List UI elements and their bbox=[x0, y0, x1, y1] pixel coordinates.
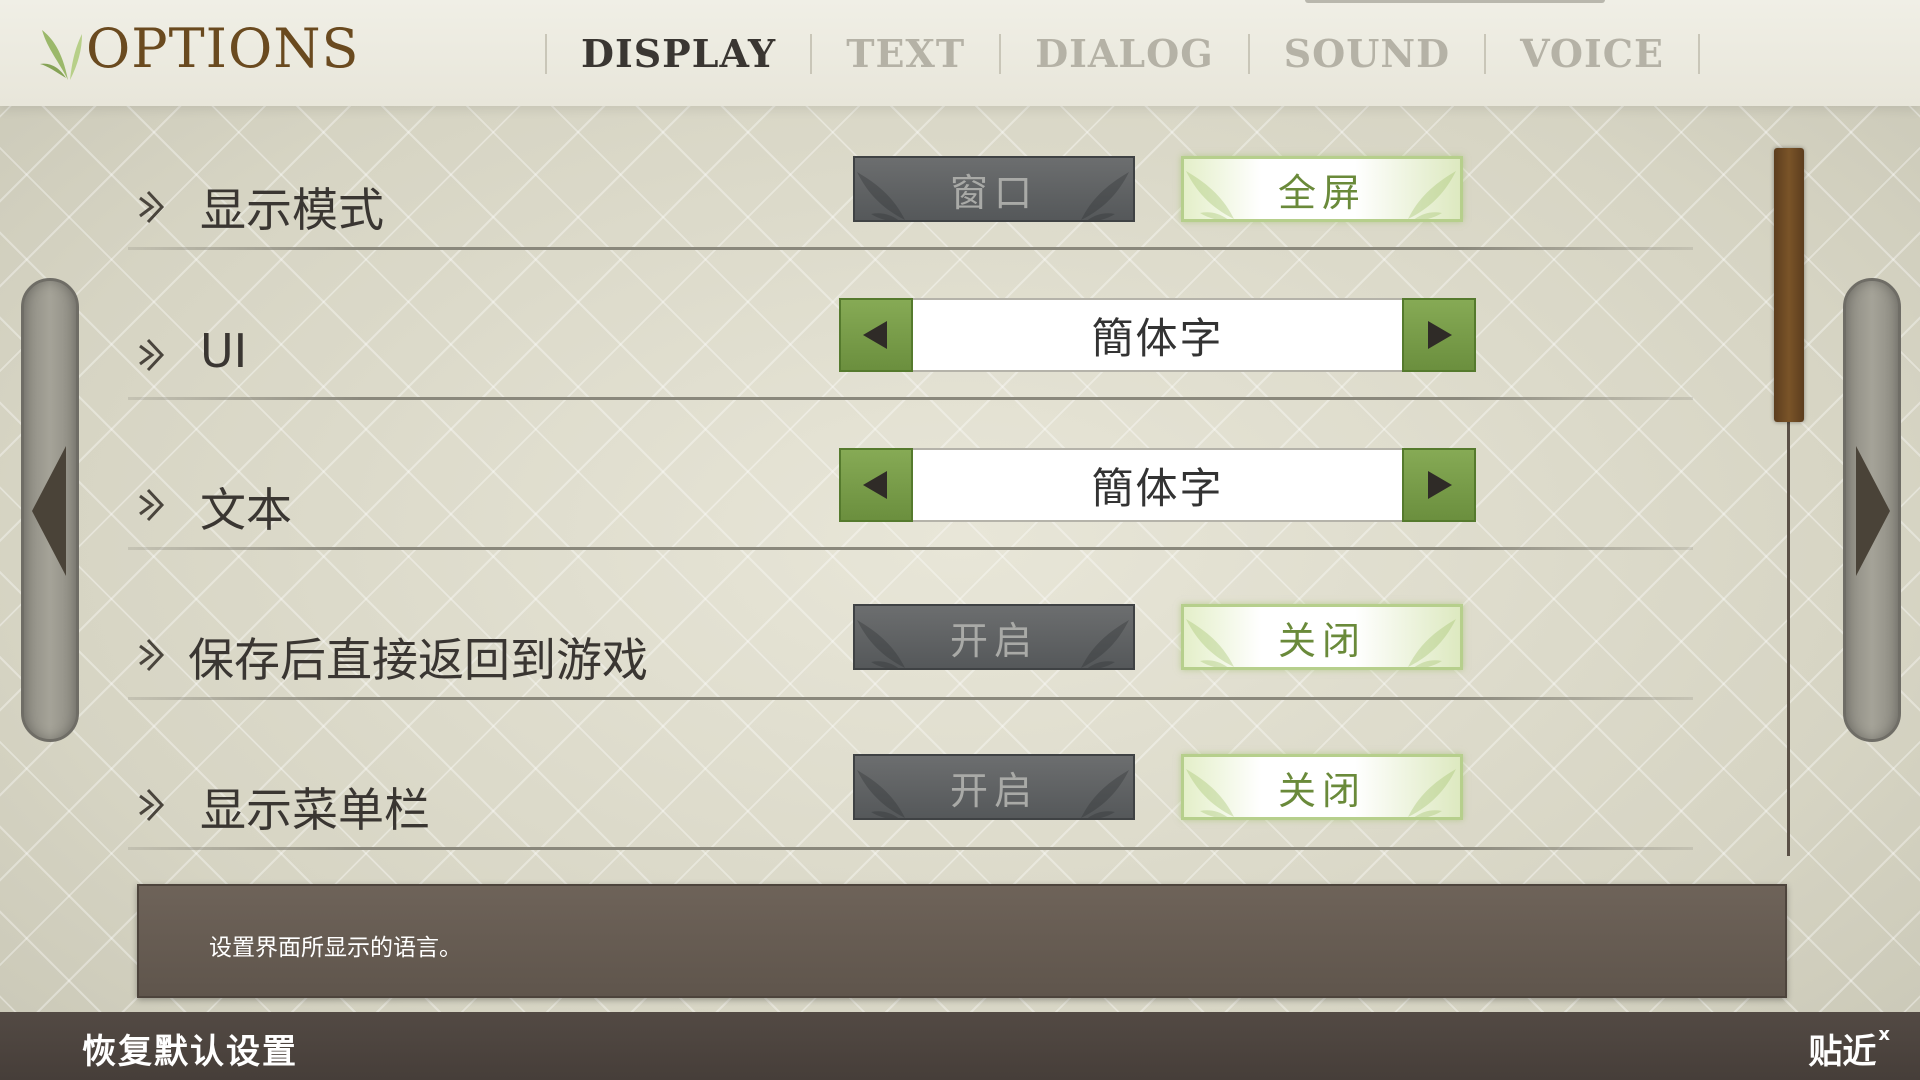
reset-defaults-button[interactable]: 恢复默认设置 bbox=[82, 1024, 298, 1073]
footer-right-label: 贴近 bbox=[1808, 1032, 1877, 1072]
tab-bar: DISPLAY TEXT DIALOG SOUND VOICE bbox=[545, 26, 1700, 82]
leaf-ornament-icon bbox=[1081, 770, 1129, 818]
button-label: 开启 bbox=[949, 768, 1038, 813]
arrow-right-icon bbox=[1428, 321, 1452, 349]
leaf-bullet-icon bbox=[139, 338, 165, 372]
leaf-ornament-icon bbox=[1081, 620, 1129, 668]
option-row-display-mode: 显示模式 窗口 全屏 bbox=[128, 100, 1693, 250]
row-divider bbox=[128, 847, 1693, 850]
leaf-bullet-icon bbox=[139, 488, 165, 522]
ui-language-selector: 簡体字 bbox=[839, 298, 1476, 372]
leaf-ornament-icon bbox=[1408, 171, 1456, 219]
previous-page-button[interactable] bbox=[21, 278, 79, 742]
fullscreen-button[interactable]: 全屏 bbox=[1181, 156, 1463, 222]
leaf-bullet-icon bbox=[139, 638, 165, 672]
previous-option-button[interactable] bbox=[839, 448, 913, 522]
button-label: 关闭 bbox=[1277, 618, 1366, 663]
footer-right-button[interactable]: 贴近 x bbox=[1808, 1024, 1890, 1073]
selected-value: 簡体字 bbox=[913, 298, 1402, 372]
button-label: 关闭 bbox=[1277, 768, 1366, 813]
leaf-ornament-icon bbox=[857, 620, 905, 668]
leaf-bullet-icon bbox=[139, 788, 165, 822]
tab-voice[interactable]: VOICE bbox=[1486, 26, 1698, 82]
button-label: 窗口 bbox=[949, 170, 1038, 215]
tab-dialog[interactable]: DIALOG bbox=[1001, 26, 1247, 82]
tab-text[interactable]: TEXT bbox=[812, 26, 999, 82]
arrow-left-icon bbox=[863, 321, 887, 349]
leaf-ornament-icon bbox=[1081, 172, 1129, 220]
leaf-ornament-icon bbox=[857, 172, 905, 220]
selected-value: 簡体字 bbox=[913, 448, 1402, 522]
tab-display[interactable]: DISPLAY bbox=[547, 26, 810, 82]
arrow-right-icon bbox=[1428, 471, 1452, 499]
leaf-icon bbox=[40, 30, 82, 80]
disable-button[interactable]: 关闭 bbox=[1181, 754, 1463, 820]
option-row-text-language: 文本 簡体字 bbox=[128, 400, 1693, 550]
option-row-show-menu-bar: 显示菜单栏 开启 关闭 bbox=[128, 700, 1693, 850]
triangle-right-icon bbox=[1856, 446, 1890, 576]
text-language-selector: 簡体字 bbox=[839, 448, 1476, 522]
leaf-ornament-icon bbox=[1186, 171, 1234, 219]
next-option-button[interactable] bbox=[1402, 298, 1476, 372]
option-label: 显示模式 bbox=[200, 183, 384, 237]
button-label: 全屏 bbox=[1277, 170, 1366, 215]
close-icon: x bbox=[1878, 1024, 1890, 1045]
leaf-ornament-icon bbox=[857, 770, 905, 818]
description-text: 设置界面所显示的语言。 bbox=[209, 935, 462, 961]
option-label: 保存后直接返回到游戏 bbox=[188, 633, 648, 687]
previous-option-button[interactable] bbox=[839, 298, 913, 372]
header-bar: OPTIONS DISPLAY TEXT DIALOG SOUND VOICE bbox=[0, 0, 1920, 106]
next-page-button[interactable] bbox=[1843, 278, 1901, 742]
page-title: OPTIONS bbox=[86, 17, 360, 80]
option-label: 文本 bbox=[200, 483, 292, 537]
leaf-bullet-icon bbox=[139, 190, 165, 224]
leaf-ornament-icon bbox=[1186, 769, 1234, 817]
header-highlight bbox=[1305, 0, 1605, 3]
triangle-left-icon bbox=[32, 446, 66, 576]
option-row-return-after-save: 保存后直接返回到游戏 开启 关闭 bbox=[128, 550, 1693, 700]
option-label: UI bbox=[200, 324, 248, 378]
leaf-ornament-icon bbox=[1186, 619, 1234, 667]
arrow-left-icon bbox=[863, 471, 887, 499]
next-option-button[interactable] bbox=[1402, 448, 1476, 522]
option-label: 显示菜单栏 bbox=[200, 783, 430, 837]
footer-bar: 恢复默认设置 贴近 x bbox=[0, 1012, 1920, 1080]
enable-button[interactable]: 开启 bbox=[853, 754, 1135, 820]
tab-sound[interactable]: SOUND bbox=[1250, 26, 1484, 82]
tab-divider bbox=[1697, 34, 1700, 74]
scrollbar-thumb[interactable] bbox=[1774, 148, 1804, 422]
leaf-ornament-icon bbox=[1408, 619, 1456, 667]
windowed-button[interactable]: 窗口 bbox=[853, 156, 1135, 222]
description-panel: 设置界面所显示的语言。 bbox=[137, 884, 1787, 998]
enable-button[interactable]: 开启 bbox=[853, 604, 1135, 670]
options-logo: OPTIONS bbox=[38, 14, 359, 84]
option-row-ui-language: UI 簡体字 bbox=[128, 250, 1693, 400]
disable-button[interactable]: 关闭 bbox=[1181, 604, 1463, 670]
leaf-ornament-icon bbox=[1408, 769, 1456, 817]
button-label: 开启 bbox=[949, 618, 1038, 663]
